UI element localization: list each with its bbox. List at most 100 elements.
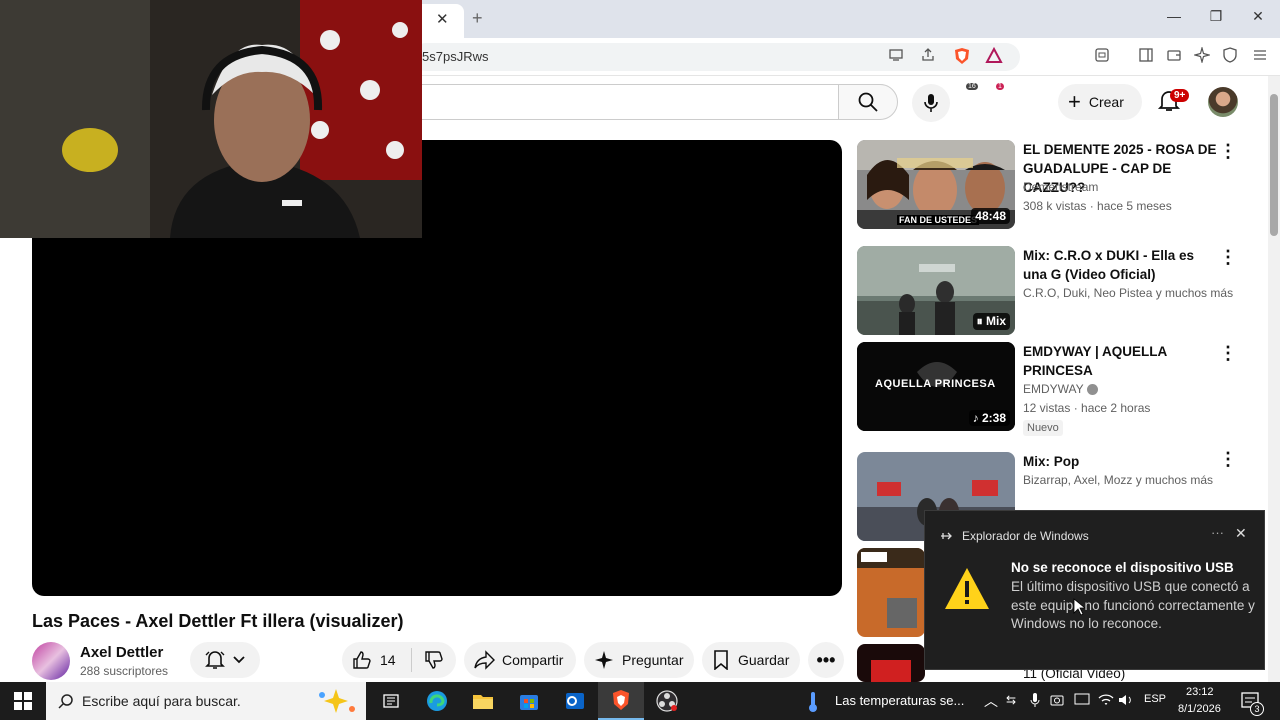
tab-close-icon[interactable]: ✕ — [436, 10, 449, 28]
more-vertical-icon[interactable]: ⋮ — [1219, 142, 1237, 162]
video-thumbnail[interactable] — [857, 644, 925, 682]
display-tray-icon[interactable] — [1074, 693, 1090, 710]
recommendation-item[interactable]: AQUELLA PRINCESA ♪ 2:38 EMDYWAY | AQUELL… — [857, 342, 1257, 442]
recommendation-channel[interactable]: Demenstream — [1023, 180, 1098, 194]
recommendation-channel[interactable]: C.R.O, Duki, Neo Pistea y muchos más — [1023, 286, 1233, 300]
restore-icon[interactable]: ❐ — [1206, 8, 1226, 25]
video-thumbnail[interactable] — [857, 548, 925, 637]
thumbs-up-icon — [353, 651, 371, 669]
sparkle-icon — [595, 651, 613, 669]
edge-browser-icon[interactable] — [414, 682, 460, 720]
start-button[interactable] — [0, 682, 46, 720]
file-explorer-icon[interactable] — [460, 682, 506, 720]
notification-count-badge: 3 — [1250, 702, 1264, 716]
bookmark-icon — [714, 650, 728, 670]
brave-shield-icon[interactable] — [952, 47, 972, 69]
search-button[interactable] — [838, 84, 898, 120]
share-arrow-icon — [474, 650, 495, 670]
taskbar-search-placeholder: Escribe aquí para buscar. — [82, 693, 241, 709]
video-duration: 48:48 — [971, 208, 1010, 224]
account-avatar[interactable] — [1208, 87, 1238, 117]
obs-studio-icon[interactable] — [644, 682, 690, 720]
video-duration: ♪ 2:38 — [968, 410, 1010, 426]
thumbs-down-icon — [425, 651, 443, 669]
cast-icon[interactable] — [886, 47, 906, 67]
leo-ai-icon[interactable] — [1192, 45, 1212, 67]
microphone-tray-icon[interactable] — [1030, 693, 1040, 710]
recommendation-channel[interactable]: Bizarrap, Axel, Mozz y muchos más — [1023, 473, 1213, 487]
minimize-icon[interactable]: — — [1164, 8, 1184, 24]
brave-browser-taskbar-icon[interactable] — [598, 682, 644, 720]
share-label: Compartir — [502, 652, 564, 668]
thermometer-icon[interactable] — [806, 691, 820, 718]
video-thumbnail[interactable]: ⏸ Mix — [857, 246, 1015, 335]
recommendation-item[interactable]: FAN DE USTEDES 48:48 EL DEMENTE 2025 - R… — [857, 140, 1257, 240]
recommendation-title[interactable]: Mix: Pop — [1023, 452, 1219, 471]
windows-notification-toast[interactable]: Explorador de Windows ··· ✕ No se recono… — [924, 510, 1265, 670]
video-title: Las Paces - Axel Dettler Ft illera (visu… — [32, 611, 404, 631]
like-button[interactable]: 14 — [342, 648, 412, 672]
more-vertical-icon[interactable]: ⋮ — [1219, 344, 1237, 364]
recommendation-title[interactable]: Mix: C.R.O x DUKI - Ella es una G (Video… — [1023, 246, 1219, 284]
channel-name[interactable]: Axel Dettler — [80, 644, 163, 661]
channel-avatar[interactable] — [32, 642, 70, 680]
clock-date[interactable]: 8/1/2026 — [1178, 703, 1221, 715]
outlook-icon[interactable] — [552, 682, 598, 720]
microsoft-store-icon[interactable] — [506, 682, 552, 720]
language-indicator[interactable]: ESP — [1144, 693, 1166, 705]
toast-close-icon[interactable]: ✕ — [1235, 525, 1247, 542]
save-button[interactable]: Guardar — [702, 642, 800, 678]
recommendation-channel[interactable]: EMDYWAY — [1023, 382, 1098, 396]
voice-search-button[interactable] — [912, 84, 950, 122]
ask-label: Preguntar — [622, 652, 684, 668]
new-badge: Nuevo — [1023, 420, 1063, 436]
ask-button[interactable]: Preguntar — [584, 642, 694, 678]
more-vertical-icon[interactable]: ⋮ — [1219, 248, 1237, 268]
shield-count-badge: 16 — [966, 83, 978, 90]
share-button[interactable]: Compartir — [464, 642, 576, 678]
more-vertical-icon[interactable]: ⋮ — [1219, 450, 1237, 470]
reader-mode-icon[interactable] — [1092, 47, 1112, 67]
clock-time[interactable]: 23:12 — [1186, 686, 1214, 698]
task-view-icon[interactable] — [368, 682, 414, 720]
taskbar-search-box[interactable]: Escribe aquí para buscar. — [46, 682, 366, 720]
sidebar-toggle-icon[interactable] — [1136, 47, 1156, 67]
create-button[interactable]: + Crear — [1058, 84, 1142, 120]
menu-icon[interactable] — [1250, 47, 1270, 67]
toast-more-icon[interactable]: ··· — [1211, 525, 1224, 540]
new-tab-icon[interactable]: + — [472, 8, 483, 29]
wifi-icon[interactable] — [1098, 693, 1114, 710]
search-highlight-icon — [319, 689, 355, 713]
weather-widget-text[interactable]: Las temperaturas se... — [835, 693, 964, 708]
page-scrollbar[interactable] — [1268, 76, 1280, 682]
save-label: Guardar — [738, 652, 790, 668]
mix-label: ⏸ Mix — [972, 313, 1010, 330]
share-icon[interactable] — [918, 47, 938, 67]
scrollbar-thumb[interactable] — [1270, 94, 1278, 236]
brave-rewards-icon[interactable] — [984, 46, 1004, 69]
search-input[interactable] — [410, 84, 838, 120]
warning-icon — [943, 565, 991, 618]
mouse-cursor-icon — [1073, 598, 1087, 621]
vpn-shield-icon[interactable] — [1220, 47, 1240, 67]
wallet-icon[interactable] — [1164, 47, 1184, 67]
chevron-up-icon[interactable]: ︿ — [984, 691, 998, 711]
subscribed-notifications-button[interactable] — [190, 642, 260, 678]
url-text: 5s7psJRws — [422, 49, 489, 64]
chevron-down-icon — [233, 656, 245, 664]
video-thumbnail[interactable]: FAN DE USTEDES 48:48 — [857, 140, 1015, 229]
verified-badge-icon — [1086, 384, 1098, 396]
more-actions-button[interactable]: ••• — [808, 642, 844, 678]
recommendation-item[interactable]: ⏸ Mix Mix: C.R.O x DUKI - Ella es una G … — [857, 246, 1257, 336]
network-adapter-icon[interactable]: ⇆ — [1006, 693, 1016, 707]
subscriber-count: 288 suscriptores — [80, 664, 169, 678]
recommendation-title[interactable]: EMDYWAY | AQUELLA PRINCESA — [1023, 342, 1219, 380]
volume-icon[interactable] — [1118, 693, 1134, 710]
thumbnail-caption: FAN DE USTEDES — [897, 215, 980, 225]
windows-logo-icon — [14, 692, 32, 710]
window-close-icon[interactable]: ✕ — [1248, 8, 1268, 25]
video-thumbnail[interactable]: AQUELLA PRINCESA ♪ 2:38 — [857, 342, 1015, 431]
notifications-badge: 9+ — [1170, 89, 1190, 102]
camera-tray-icon[interactable] — [1050, 693, 1064, 710]
dislike-button[interactable] — [412, 650, 456, 670]
